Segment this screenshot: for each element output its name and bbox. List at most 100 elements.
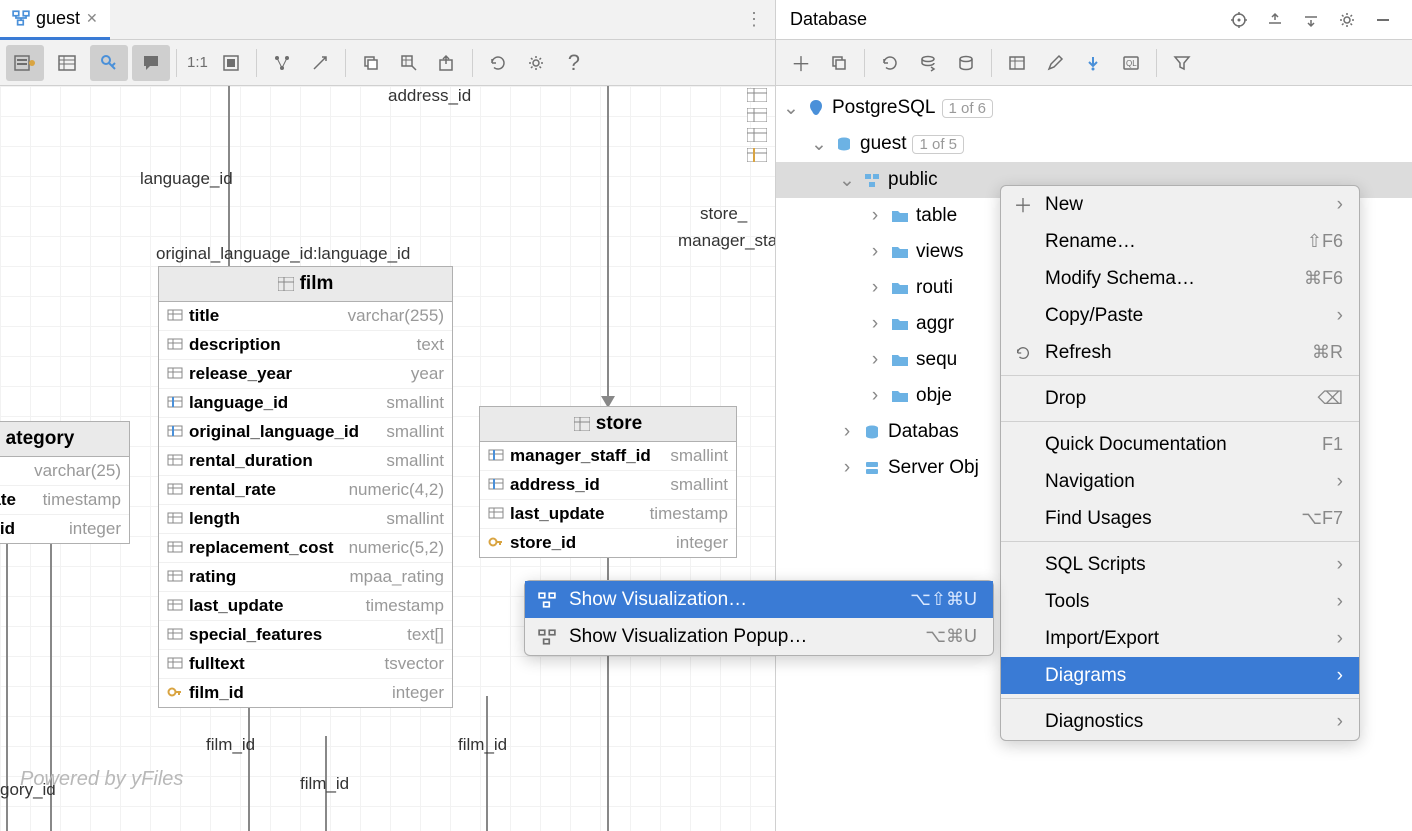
menu-tools[interactable]: Tools › bbox=[1001, 583, 1359, 620]
chevron-right-icon[interactable]: › bbox=[838, 459, 856, 477]
tool-fit-content[interactable] bbox=[212, 45, 250, 81]
minimize-icon[interactable] bbox=[1368, 5, 1398, 35]
menu-rename[interactable]: Rename… ⇧F6 bbox=[1001, 223, 1359, 260]
chevron-right-icon: › bbox=[1337, 591, 1343, 613]
entity-film[interactable]: film titlevarchar(255)descriptiontextrel… bbox=[158, 266, 453, 708]
chevron-down-icon[interactable]: ⌄ bbox=[838, 171, 856, 189]
menu-diagnostics[interactable]: Diagnostics › bbox=[1001, 703, 1359, 740]
tool-copy[interactable] bbox=[352, 45, 390, 81]
gear-icon[interactable] bbox=[1332, 5, 1362, 35]
plus-icon: ＋ bbox=[1013, 195, 1033, 215]
column-row[interactable]: fulltexttsvector bbox=[159, 650, 452, 679]
tool-select[interactable] bbox=[390, 45, 428, 81]
chevron-down-icon[interactable]: ⌄ bbox=[782, 99, 800, 117]
chevron-right-icon[interactable]: › bbox=[866, 243, 884, 261]
menu-diagrams[interactable]: Diagrams › bbox=[1001, 657, 1359, 694]
tool-comments[interactable] bbox=[132, 45, 170, 81]
panel-target-icon[interactable] bbox=[1224, 5, 1254, 35]
tab-close-icon[interactable]: ✕ bbox=[86, 10, 98, 27]
column-row[interactable]: original_language_idsmallint bbox=[159, 418, 452, 447]
column-type: integer bbox=[392, 683, 444, 703]
column-name: rating bbox=[189, 567, 236, 587]
column-name: special_features bbox=[189, 625, 322, 645]
menu-new[interactable]: ＋ New › bbox=[1001, 186, 1359, 223]
column-name: y_id bbox=[0, 519, 15, 539]
column-row[interactable]: replacement_costnumeric(5,2) bbox=[159, 534, 452, 563]
column-row[interactable]: lengthsmallint bbox=[159, 505, 452, 534]
menu-find-usages[interactable]: Find Usages ⌥F7 bbox=[1001, 500, 1359, 537]
tab-guest[interactable]: guest ✕ bbox=[0, 0, 110, 40]
menu-refresh[interactable]: Refresh ⌘R bbox=[1001, 334, 1359, 371]
column-icon bbox=[167, 540, 183, 556]
tool-jump[interactable] bbox=[1074, 45, 1112, 81]
tab-overflow-menu[interactable]: ⋮ bbox=[733, 9, 775, 30]
tool-all-columns[interactable] bbox=[48, 45, 86, 81]
tool-export[interactable] bbox=[428, 45, 466, 81]
tool-help[interactable]: ? bbox=[555, 45, 593, 81]
chevron-right-icon[interactable]: › bbox=[866, 207, 884, 225]
panel-expand-icon[interactable] bbox=[1260, 5, 1290, 35]
column-row[interactable]: store_idinteger bbox=[480, 529, 736, 557]
tool-console[interactable]: QL bbox=[1112, 45, 1150, 81]
column-row[interactable]: rental_durationsmallint bbox=[159, 447, 452, 476]
zoom-ratio-label[interactable]: 1:1 bbox=[183, 54, 212, 71]
column-row[interactable]: descriptiontext bbox=[159, 331, 452, 360]
chevron-down-icon[interactable]: ⌄ bbox=[810, 135, 828, 153]
menu-quick-doc[interactable]: Quick Documentation F1 bbox=[1001, 426, 1359, 463]
column-row[interactable]: special_featurestext[] bbox=[159, 621, 452, 650]
chevron-right-icon[interactable]: › bbox=[866, 351, 884, 369]
chevron-right-icon[interactable]: › bbox=[838, 423, 856, 441]
tool-show-keys[interactable] bbox=[90, 45, 128, 81]
tool-layout[interactable] bbox=[263, 45, 301, 81]
context-menu: ＋ New › Rename… ⇧F6 Modify Schema… ⌘F6 C… bbox=[1000, 185, 1360, 741]
column-row[interactable]: ratingmpaa_rating bbox=[159, 563, 452, 592]
entity-store[interactable]: store manager_staff_idsmallintaddress_id… bbox=[479, 406, 737, 558]
menu-modify-schema[interactable]: Modify Schema… ⌘F6 bbox=[1001, 260, 1359, 297]
column-type: numeric(5,2) bbox=[349, 538, 444, 558]
db-objects-icon bbox=[862, 422, 882, 442]
column-row[interactable]: last_updatetimestamp bbox=[159, 592, 452, 621]
tool-table-view[interactable] bbox=[998, 45, 1036, 81]
column-row[interactable]: film_id integer bbox=[159, 679, 452, 707]
tool-duplicate[interactable] bbox=[820, 45, 858, 81]
column-row[interactable]: datetimestamp bbox=[0, 486, 129, 515]
column-row[interactable]: y_idinteger bbox=[0, 515, 129, 543]
tool-db-stop[interactable] bbox=[947, 45, 985, 81]
column-row[interactable]: titlevarchar(255) bbox=[159, 302, 452, 331]
tool-filter[interactable] bbox=[1163, 45, 1201, 81]
column-row[interactable]: manager_staff_idsmallint bbox=[480, 442, 736, 471]
column-row[interactable]: release_yearyear bbox=[159, 360, 452, 389]
column-type: smallint bbox=[670, 475, 728, 495]
tree-row-guest[interactable]: ⌄ guest 1 of 5 bbox=[776, 126, 1412, 162]
column-row[interactable]: language_idsmallint bbox=[159, 389, 452, 418]
tool-add-datasource[interactable]: ＋ bbox=[782, 45, 820, 81]
chevron-right-icon[interactable]: › bbox=[866, 387, 884, 405]
column-row[interactable]: last_updatetimestamp bbox=[480, 500, 736, 529]
entity-category[interactable]: ategory varchar(25)datetimestampy_idinte… bbox=[0, 421, 130, 544]
column-row[interactable]: rental_ratenumeric(4,2) bbox=[159, 476, 452, 505]
tool-key-columns[interactable] bbox=[6, 45, 44, 81]
panel-collapse-icon[interactable] bbox=[1296, 5, 1326, 35]
column-name: release_year bbox=[189, 364, 292, 384]
diagram-canvas[interactable]: address_id language_id original_language… bbox=[0, 86, 775, 831]
tool-route-edges[interactable] bbox=[301, 45, 339, 81]
column-icon bbox=[488, 535, 504, 551]
column-name: film_id bbox=[189, 683, 244, 703]
column-row[interactable]: varchar(25) bbox=[0, 457, 129, 486]
tree-row-postgres[interactable]: ⌄ PostgreSQL 1 of 6 bbox=[776, 90, 1412, 126]
chevron-right-icon[interactable]: › bbox=[866, 315, 884, 333]
menu-show-visualization-popup[interactable]: Show Visualization Popup… ⌥⌘U bbox=[525, 618, 993, 655]
tool-edit[interactable] bbox=[1036, 45, 1074, 81]
chevron-right-icon[interactable]: › bbox=[866, 279, 884, 297]
menu-import-export[interactable]: Import/Export › bbox=[1001, 620, 1359, 657]
tool-db-sync[interactable] bbox=[909, 45, 947, 81]
menu-show-visualization[interactable]: Show Visualization… ⌥⇧⌘U bbox=[525, 581, 993, 618]
menu-sql-scripts[interactable]: SQL Scripts › bbox=[1001, 546, 1359, 583]
tool-refresh[interactable] bbox=[479, 45, 517, 81]
menu-navigation[interactable]: Navigation › bbox=[1001, 463, 1359, 500]
menu-copy-paste[interactable]: Copy/Paste › bbox=[1001, 297, 1359, 334]
menu-drop[interactable]: Drop ⌫ bbox=[1001, 380, 1359, 417]
column-row[interactable]: address_idsmallint bbox=[480, 471, 736, 500]
tool-settings[interactable] bbox=[517, 45, 555, 81]
tool-db-refresh[interactable] bbox=[871, 45, 909, 81]
